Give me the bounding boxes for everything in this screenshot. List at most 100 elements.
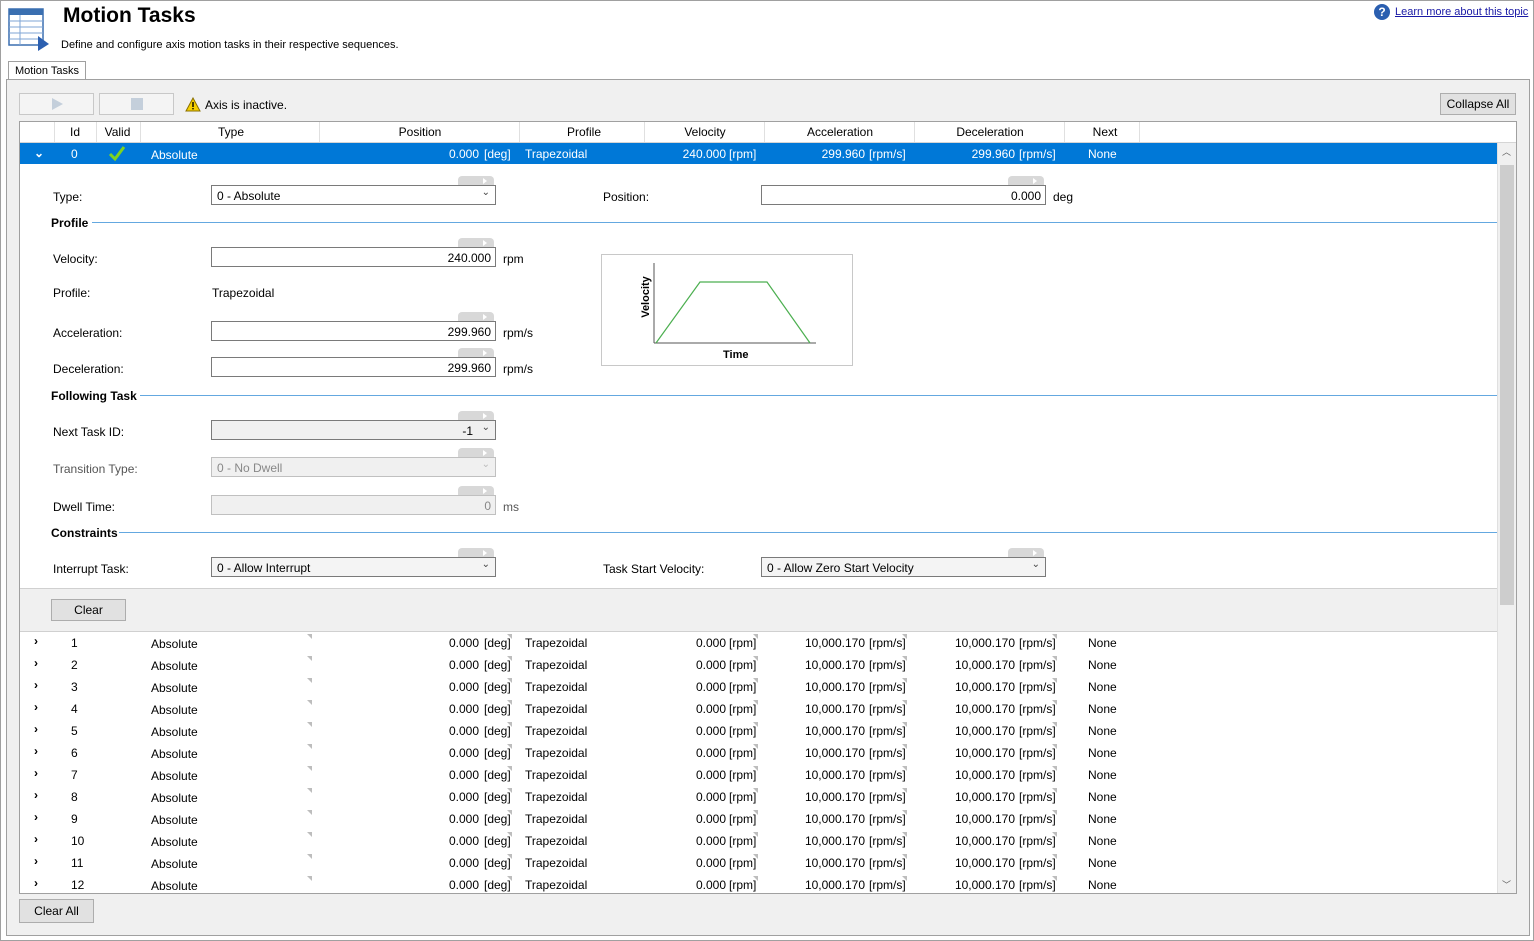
cell-deceleration-unit: [rpm/s] xyxy=(1019,636,1056,650)
cell-next: None xyxy=(1088,790,1117,804)
cell-edit-marker xyxy=(507,788,512,793)
expand-chevron-icon[interactable]: › xyxy=(34,854,38,868)
col-position[interactable]: Position xyxy=(395,125,445,139)
col-next[interactable]: Next xyxy=(1090,125,1120,139)
cell-type: Absolute xyxy=(151,659,198,673)
stop-button[interactable] xyxy=(99,93,174,115)
help-link[interactable]: Learn more about this topic xyxy=(1395,6,1528,18)
table-row[interactable]: › 3 Absolute 0.000 [deg] Trapezoidal 0.000 [rpm… xyxy=(20,675,1497,697)
col-velocity[interactable]: Velocity xyxy=(680,125,730,139)
help-link-group[interactable]: ? Learn more about this topic xyxy=(1374,4,1528,20)
expand-chevron-icon[interactable]: › xyxy=(34,766,38,780)
expand-chevron-icon[interactable]: › xyxy=(34,744,38,758)
collapse-all-button[interactable]: Collapse All xyxy=(1440,93,1516,115)
start-velocity-field-tag[interactable] xyxy=(1008,548,1044,557)
expand-chevron-icon[interactable]: › xyxy=(34,656,38,670)
task-detail-editor: Type: 0 - Absolute ⌄ Position: 0.000 deg… xyxy=(20,164,1497,588)
cell-velocity: 240.000 xyxy=(682,147,726,161)
type-select[interactable]: 0 - Absolute ⌄ xyxy=(211,185,496,205)
cell-edit-marker xyxy=(1052,766,1057,771)
table-row[interactable]: › 11 Absolute 0.000 [deg] Trapezoidal 0.000 [rp… xyxy=(20,851,1497,873)
table-row[interactable]: › 2 Absolute 0.000 [deg] Trapezoidal 0.000 [rpm… xyxy=(20,653,1497,675)
cell-edit-marker xyxy=(902,744,907,749)
col-type[interactable]: Type xyxy=(210,125,252,139)
help-icon[interactable]: ? xyxy=(1374,4,1390,20)
col-valid[interactable]: Valid xyxy=(102,125,133,139)
cell-deceleration-unit: [rpm/s] xyxy=(1019,790,1056,804)
warning-icon xyxy=(185,97,201,112)
cell-edit-marker xyxy=(753,722,758,727)
transition-type-select[interactable]: 0 - No Dwell ⌄ xyxy=(211,457,496,477)
position-field-tag[interactable] xyxy=(1008,176,1044,185)
acceleration-field-tag[interactable] xyxy=(458,312,494,321)
clear-all-button[interactable]: Clear All xyxy=(19,899,94,923)
type-field-tag[interactable] xyxy=(458,176,494,185)
tab-motion-tasks[interactable]: Motion Tasks xyxy=(8,61,86,81)
col-acceleration[interactable]: Acceleration xyxy=(805,125,875,139)
col-profile[interactable]: Profile xyxy=(562,125,606,139)
collapse-chevron-icon[interactable]: ⌄ xyxy=(34,146,44,160)
expand-chevron-icon[interactable]: › xyxy=(34,700,38,714)
cell-deceleration: 10,000.170 xyxy=(954,812,1015,826)
cell-next: None xyxy=(1088,636,1117,650)
table-row[interactable]: › 8 Absolute 0.000 [deg] Trapezoidal 0.000 [rpm… xyxy=(20,785,1497,807)
cell-edit-marker xyxy=(753,876,758,881)
cell-acceleration: 10,000.170 xyxy=(804,812,865,826)
interrupt-task-select[interactable]: 0 - Allow Interrupt ⌄ xyxy=(211,557,496,577)
cell-edit-marker xyxy=(902,700,907,705)
cell-deceleration-unit: [rpm/s] xyxy=(1019,724,1056,738)
velocity-field-tag[interactable] xyxy=(458,238,494,247)
start-velocity-select[interactable]: 0 - Allow Zero Start Velocity ⌄ xyxy=(761,557,1046,577)
tab-strip: Motion Tasks xyxy=(6,61,1528,81)
expand-chevron-icon[interactable]: › xyxy=(34,810,38,824)
scrollbar-thumb[interactable] xyxy=(1500,165,1514,605)
cell-deceleration-unit: [rpm/s] xyxy=(1019,768,1056,782)
cell-id: 11 xyxy=(71,856,84,870)
cell-edit-marker xyxy=(753,832,758,837)
col-id[interactable]: Id xyxy=(68,125,82,139)
play-button[interactable] xyxy=(19,93,94,115)
expand-chevron-icon[interactable]: › xyxy=(34,722,38,736)
cell-edit-marker xyxy=(507,744,512,749)
expand-chevron-icon[interactable]: › xyxy=(34,876,38,890)
deceleration-field-tag[interactable] xyxy=(458,348,494,357)
next-task-label: Next Task ID: xyxy=(53,425,125,439)
table-row[interactable]: › 6 Absolute 0.000 [deg] Trapezoidal 0.000 [rpm… xyxy=(20,741,1497,763)
clear-button[interactable]: Clear xyxy=(51,599,126,621)
table-row[interactable]: › 9 Absolute 0.000 [deg] Trapezoidal 0.000 [rpm… xyxy=(20,807,1497,829)
table-row[interactable]: › 1 Absolute 0.000 [deg] Trapezoidal 0.000 [rpm… xyxy=(20,631,1497,653)
cell-next: None xyxy=(1088,768,1117,782)
table-row[interactable]: › 12 Absolute 0.000 [deg] Trapezoidal 0.000 [rp… xyxy=(20,873,1497,893)
expand-chevron-icon[interactable]: › xyxy=(34,634,38,648)
cell-position: 0.000 xyxy=(448,746,479,760)
acceleration-input[interactable]: 299.960 xyxy=(211,321,496,341)
next-task-field-tag[interactable] xyxy=(458,411,494,420)
dwell-time-input[interactable]: 0 xyxy=(211,495,496,515)
expand-chevron-icon[interactable]: › xyxy=(34,678,38,692)
cell-next: None xyxy=(1088,746,1117,760)
cell-next: None xyxy=(1088,147,1117,161)
expand-chevron-icon[interactable]: › xyxy=(34,832,38,846)
cell-edit-marker xyxy=(902,854,907,859)
position-input[interactable]: 0.000 xyxy=(761,185,1046,205)
table-row[interactable]: › 7 Absolute 0.000 [deg] Trapezoidal 0.000 [rpm… xyxy=(20,763,1497,785)
grid-scrollbar[interactable]: ︿ ﹀ xyxy=(1497,143,1516,893)
cell-edit-marker xyxy=(753,656,758,661)
scroll-down-icon[interactable]: ﹀ xyxy=(1502,878,1511,891)
position-unit: deg xyxy=(1053,190,1074,204)
next-task-select[interactable]: -1 ⌄ xyxy=(211,420,496,440)
scroll-up-icon[interactable]: ︿ xyxy=(1502,145,1511,158)
table-row[interactable]: › 10 Absolute 0.000 [deg] Trapezoidal 0.000 [rp… xyxy=(20,829,1497,851)
detail-footer: Clear xyxy=(20,588,1497,632)
interrupt-field-tag[interactable] xyxy=(458,548,494,557)
cell-edit-marker xyxy=(753,744,758,749)
cell-position: 0.000 xyxy=(448,878,479,892)
col-deceleration[interactable]: Deceleration xyxy=(955,125,1025,139)
table-row-selected[interactable]: ⌄ 0 Absolute 0.000 [deg] Trapezoidal 240… xyxy=(20,143,1497,164)
deceleration-input[interactable]: 299.960 xyxy=(211,357,496,377)
table-row[interactable]: › 5 Absolute 0.000 [deg] Trapezoidal 0.000 [rpm… xyxy=(20,719,1497,741)
table-row[interactable]: › 4 Absolute 0.000 [deg] Trapezoidal 0.000 [rpm… xyxy=(20,697,1497,719)
velocity-input[interactable]: 240.000 xyxy=(211,247,496,267)
expand-chevron-icon[interactable]: › xyxy=(34,788,38,802)
cell-id: 6 xyxy=(71,746,78,760)
